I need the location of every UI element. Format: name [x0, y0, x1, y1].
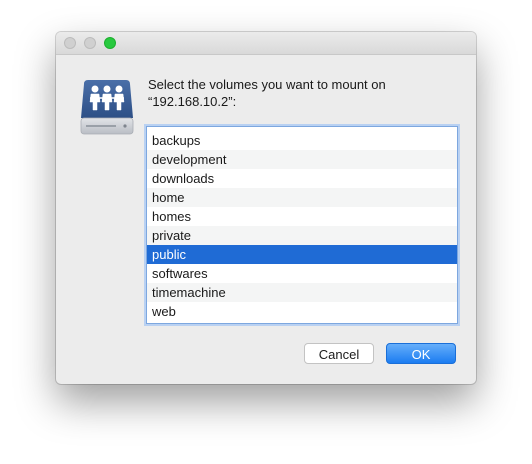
volume-list-item[interactable]: development	[147, 150, 457, 169]
volume-list-item-selected[interactable]: public	[147, 245, 457, 264]
dialog-message: Select the volumes you want to mount on …	[148, 76, 448, 110]
title-bar	[56, 32, 476, 55]
shared-server-volume-icon	[80, 78, 134, 138]
cancel-button[interactable]: Cancel	[304, 343, 374, 364]
ok-button[interactable]: OK	[386, 343, 456, 364]
volume-list-item[interactable]: backups	[147, 131, 457, 150]
close-window-button[interactable]	[64, 37, 76, 49]
message-line-2: “192.168.10.2”:	[148, 94, 237, 109]
volume-list[interactable]: backups development downloads home homes…	[146, 126, 458, 324]
message-line-1: Select the volumes you want to mount on	[148, 77, 386, 92]
volume-list-item[interactable]: timemachine	[147, 283, 457, 302]
volume-list-item[interactable]: downloads	[147, 169, 457, 188]
volume-list-item[interactable]: web	[147, 302, 457, 321]
volume-list-item[interactable]: softwares	[147, 264, 457, 283]
mount-volumes-dialog: Select the volumes you want to mount on …	[56, 32, 476, 384]
volume-list-item[interactable]: homes	[147, 207, 457, 226]
minimize-window-button[interactable]	[84, 37, 96, 49]
zoom-window-button[interactable]	[104, 37, 116, 49]
volume-list-item[interactable]: private	[147, 226, 457, 245]
volume-list-item[interactable]: home	[147, 188, 457, 207]
